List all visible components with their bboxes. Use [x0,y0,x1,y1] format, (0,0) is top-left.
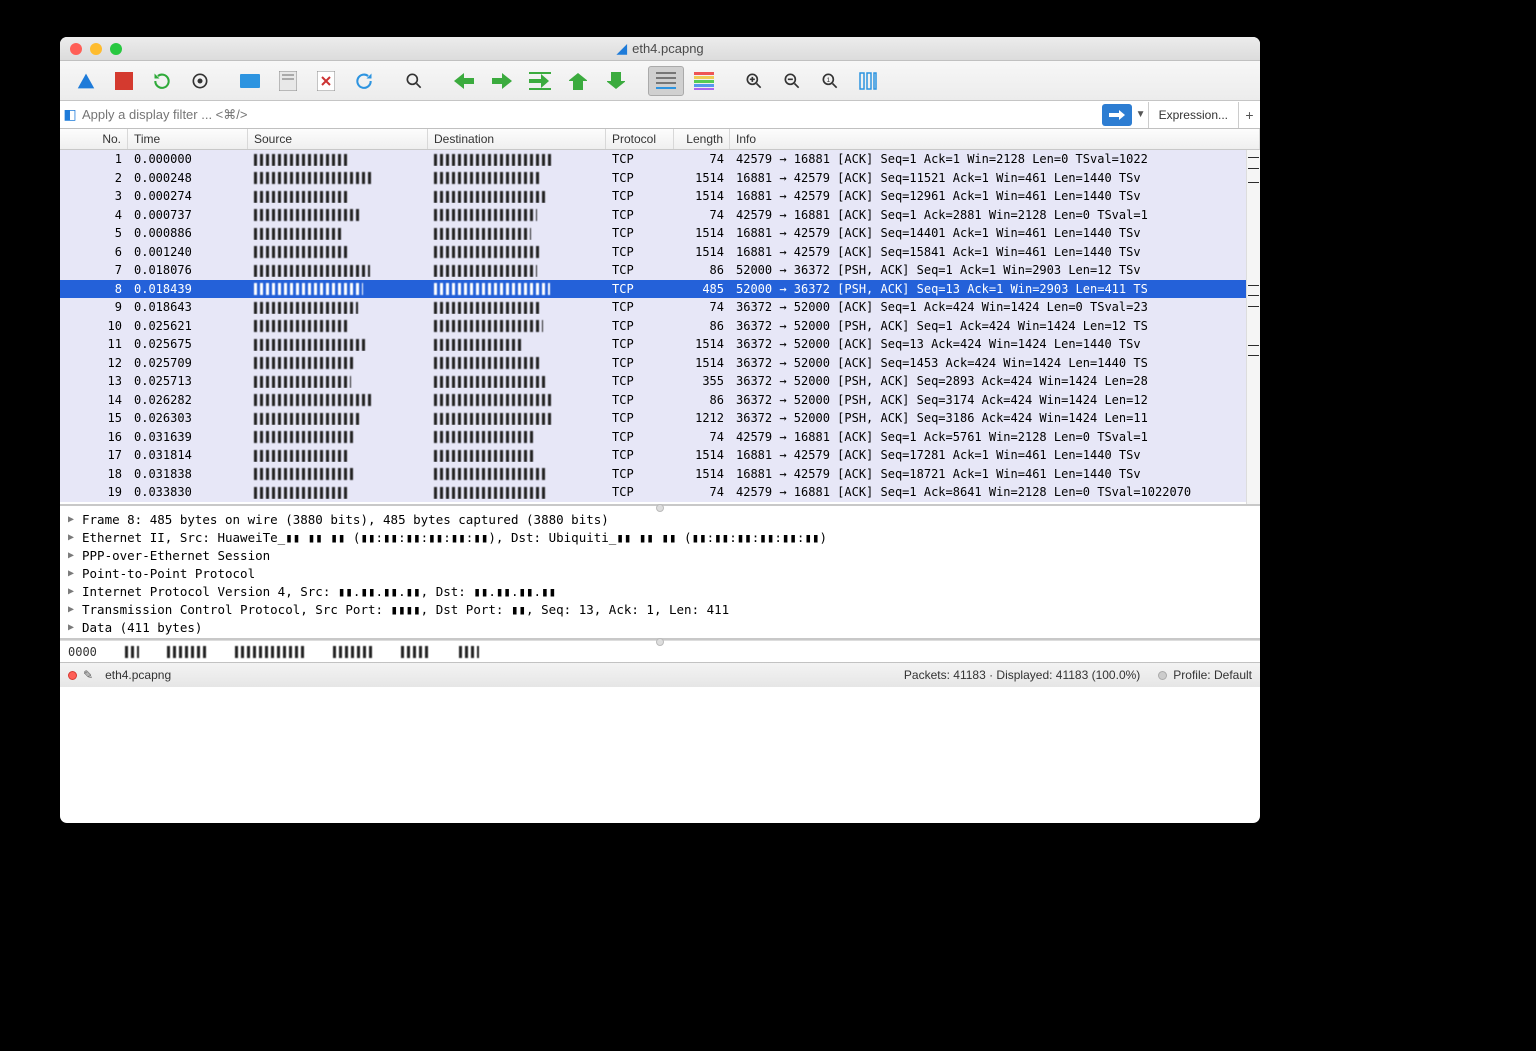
packet-row[interactable]: 70.018076TCP8652000 → 36372 [PSH, ACK] S… [60,261,1260,280]
packet-row[interactable]: 10.000000TCP7442579 → 16881 [ACK] Seq=1 … [60,150,1260,169]
auto-scroll-button[interactable] [648,66,684,96]
packet-row[interactable]: 90.018643TCP7436372 → 52000 [ACK] Seq=1 … [60,298,1260,317]
profile-selector[interactable]: Profile: Default [1158,668,1252,682]
edit-capture-comment-icon[interactable]: ✎ [83,668,93,682]
save-file-button[interactable] [270,66,306,96]
go-first-packet-button[interactable] [560,66,596,96]
main-toolbar: 1 [60,61,1260,101]
window-title: ◢ eth4.pcapng [616,40,703,57]
detail-tree-row[interactable]: ▶Frame 8: 485 bytes on wire (3880 bits),… [62,510,1258,528]
zoom-window-button[interactable] [110,43,122,55]
open-file-button[interactable] [232,66,268,96]
filter-history-dropdown[interactable]: ▼ [1134,109,1148,120]
packet-row[interactable]: 60.001240TCP151416881 → 42579 [ACK] Seq=… [60,243,1260,262]
packet-row[interactable]: 190.033830TCP7442579 → 16881 [ACK] Seq=1… [60,483,1260,502]
start-capture-button[interactable] [68,66,104,96]
packet-list-header[interactable]: No. Time Source Destination Protocol Len… [60,129,1260,150]
colorize-packets-button[interactable] [686,66,722,96]
detail-tree-row[interactable]: ▶Ethernet II, Src: HuaweiTe_▮▮ ▮▮ ▮▮ (▮▮… [62,528,1258,546]
col-no[interactable]: No. [60,129,128,149]
minimize-window-button[interactable] [90,43,102,55]
packet-row[interactable]: 110.025675TCP151436372 → 52000 [ACK] Seq… [60,335,1260,354]
col-protocol[interactable]: Protocol [606,129,674,149]
display-filter-input[interactable] [76,103,1102,126]
col-time[interactable]: Time [128,129,248,149]
status-bar: ✎ eth4.pcapng Packets: 41183 · Displayed… [60,662,1260,687]
packet-row[interactable]: 180.031838TCP151416881 → 42579 [ACK] Seq… [60,465,1260,484]
pane-divider-top[interactable] [60,504,1260,506]
close-window-button[interactable] [70,43,82,55]
status-file-name: eth4.pcapng [105,668,171,682]
packet-list-pane[interactable]: 10.000000TCP7442579 → 16881 [ACK] Seq=1 … [60,150,1260,504]
restart-capture-button[interactable] [144,66,180,96]
packet-row[interactable]: 20.000248TCP151416881 → 42579 [ACK] Seq=… [60,169,1260,188]
packet-row[interactable]: 150.026303TCP121236372 → 52000 [PSH, ACK… [60,409,1260,428]
col-info[interactable]: Info [730,129,1260,149]
wireshark-fin-icon: ◢ [616,40,627,57]
packet-row[interactable]: 30.000274TCP151416881 → 42579 [ACK] Seq=… [60,187,1260,206]
packet-row[interactable]: 170.031814TCP151416881 → 42579 [ACK] Seq… [60,446,1260,465]
zoom-in-button[interactable] [736,66,772,96]
col-source[interactable]: Source [248,129,428,149]
traffic-lights [60,43,122,55]
go-back-button[interactable] [446,66,482,96]
add-filter-button[interactable]: + [1238,102,1260,128]
reload-file-button[interactable] [346,66,382,96]
find-packet-button[interactable] [396,66,432,96]
zoom-reset-button[interactable]: 1 [812,66,848,96]
packet-row[interactable]: 120.025709TCP151436372 → 52000 [ACK] Seq… [60,354,1260,373]
wireshark-window: ◢ eth4.pcapng 1 ◧ ▼ Expressio [60,37,1260,823]
apply-filter-button[interactable] [1102,104,1132,126]
svg-text:1: 1 [826,76,830,83]
resize-columns-button[interactable] [850,66,886,96]
hex-offset: 0000 [68,645,97,659]
jump-to-packet-button[interactable] [522,66,558,96]
packet-minimap[interactable] [1246,150,1260,504]
titlebar: ◢ eth4.pcapng [60,37,1260,61]
go-last-packet-button[interactable] [598,66,634,96]
packet-row[interactable]: 140.026282TCP8636372 → 52000 [PSH, ACK] … [60,391,1260,410]
detail-tree-row[interactable]: ▶PPP-over-Ethernet Session [62,546,1258,564]
zoom-out-button[interactable] [774,66,810,96]
detail-tree-row[interactable]: ▶Data (411 bytes) [62,618,1258,636]
packet-details-pane[interactable]: ▶Frame 8: 485 bytes on wire (3880 bits),… [60,506,1260,638]
detail-tree-row[interactable]: ▶Point-to-Point Protocol [62,564,1258,582]
display-filter-bar: ◧ ▼ Expression... + [60,101,1260,129]
pane-divider-bottom[interactable] [60,638,1260,640]
expression-button[interactable]: Expression... [1148,102,1238,128]
detail-tree-row[interactable]: ▶Internet Protocol Version 4, Src: ▮▮.▮▮… [62,582,1258,600]
go-forward-button[interactable] [484,66,520,96]
window-title-text: eth4.pcapng [632,41,704,56]
packet-row[interactable]: 80.018439TCP48552000 → 36372 [PSH, ACK] … [60,280,1260,299]
packet-row[interactable]: 130.025713TCP35536372 → 52000 [PSH, ACK]… [60,372,1260,391]
capture-options-button[interactable] [182,66,218,96]
close-file-button[interactable] [308,66,344,96]
detail-tree-row[interactable]: ▶Transmission Control Protocol, Src Port… [62,600,1258,618]
expert-info-button[interactable] [68,671,77,680]
packet-row[interactable]: 50.000886TCP151416881 → 42579 [ACK] Seq=… [60,224,1260,243]
col-length[interactable]: Length [674,129,730,149]
packet-row[interactable]: 40.000737TCP7442579 → 16881 [ACK] Seq=1 … [60,206,1260,225]
packet-row[interactable]: 100.025621TCP8636372 → 52000 [PSH, ACK] … [60,317,1260,336]
stop-capture-button[interactable] [106,66,142,96]
packet-row[interactable]: 160.031639TCP7442579 → 16881 [ACK] Seq=1… [60,428,1260,447]
col-destination[interactable]: Destination [428,129,606,149]
status-packet-count: Packets: 41183 · Displayed: 41183 (100.0… [904,668,1140,682]
bookmark-icon[interactable]: ◧ [60,102,76,128]
